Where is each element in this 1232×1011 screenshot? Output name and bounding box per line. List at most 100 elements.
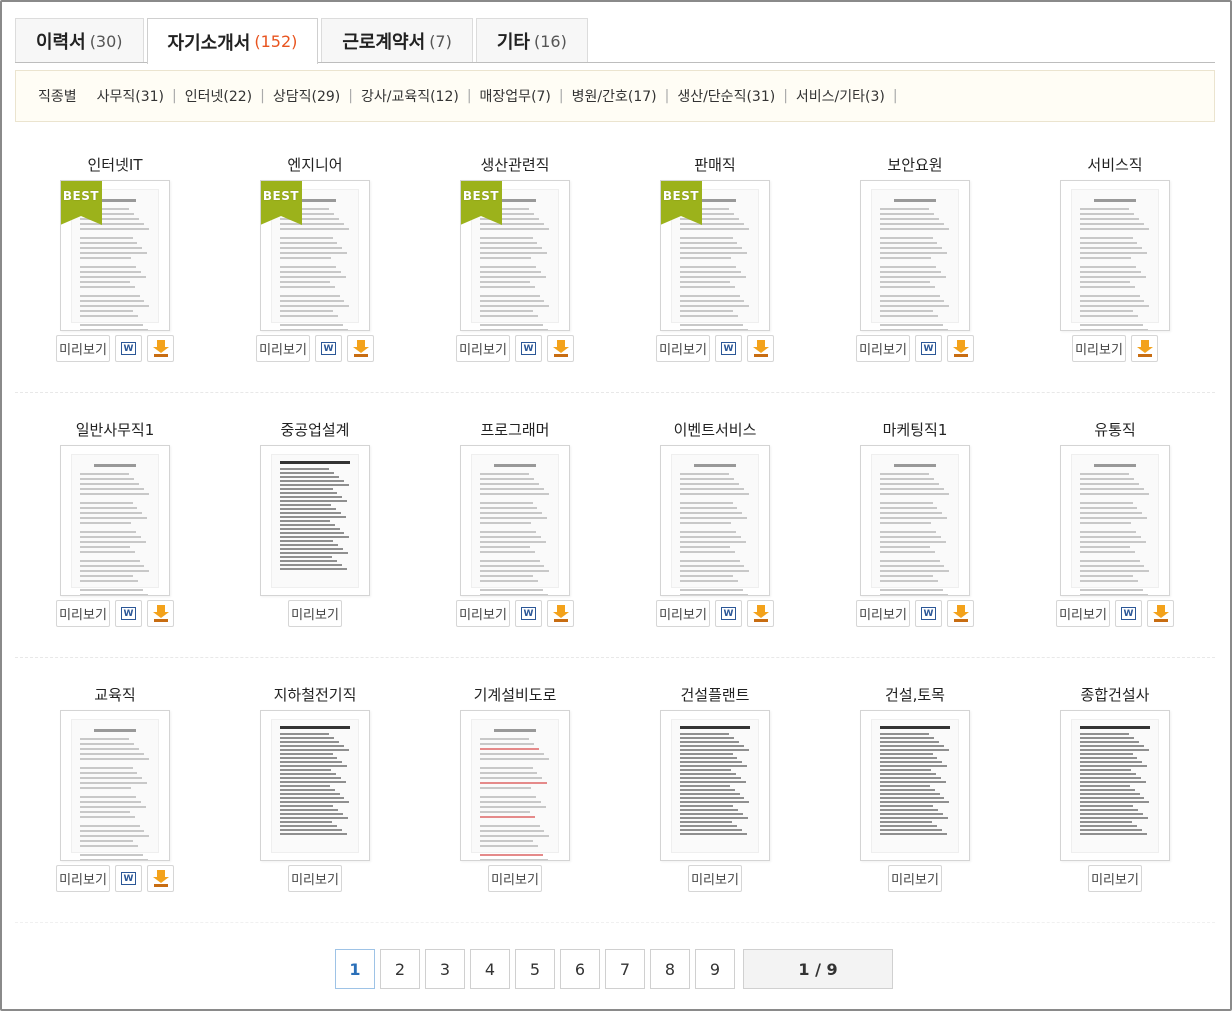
template-thumbnail[interactable]: [260, 445, 370, 596]
download-button[interactable]: [147, 335, 174, 362]
template-thumbnail[interactable]: BEST: [460, 180, 570, 331]
template-title[interactable]: 프로그래머: [415, 419, 615, 440]
filter-item[interactable]: 사무직(31): [97, 86, 164, 106]
template-title[interactable]: 이벤트서비스: [615, 419, 815, 440]
page-button-8[interactable]: 8: [650, 949, 690, 989]
template-title[interactable]: 생산관련직: [415, 154, 615, 175]
download-button[interactable]: [347, 335, 374, 362]
page-button-6[interactable]: 6: [560, 949, 600, 989]
download-button[interactable]: [547, 600, 574, 627]
download-button[interactable]: [147, 865, 174, 892]
download-button[interactable]: [747, 600, 774, 627]
preview-button[interactable]: 미리보기: [456, 335, 510, 362]
template-thumbnail[interactable]: [460, 445, 570, 596]
word-download-button[interactable]: W: [115, 865, 142, 892]
filter-item[interactable]: 강사/교육직(12): [361, 86, 459, 106]
filter-item[interactable]: 병원/간호(17): [572, 86, 657, 106]
page-button-5[interactable]: 5: [515, 949, 555, 989]
template-title[interactable]: 판매직: [615, 154, 815, 175]
preview-button[interactable]: 미리보기: [456, 600, 510, 627]
word-download-button[interactable]: W: [515, 335, 542, 362]
template-title[interactable]: 교육직: [15, 684, 215, 705]
template-title[interactable]: 엔지니어: [215, 154, 415, 175]
template-thumbnail[interactable]: [860, 180, 970, 331]
preview-button[interactable]: 미리보기: [888, 865, 942, 892]
template-title[interactable]: 기계설비도로: [415, 684, 615, 705]
tab-3[interactable]: 기타 (16): [475, 18, 588, 63]
template-thumbnail[interactable]: [1060, 445, 1170, 596]
word-download-button[interactable]: W: [515, 600, 542, 627]
page-button-1[interactable]: 1: [335, 949, 375, 989]
template-title[interactable]: 보안요원: [815, 154, 1015, 175]
preview-button[interactable]: 미리보기: [1056, 600, 1110, 627]
download-button[interactable]: [947, 335, 974, 362]
download-button[interactable]: [947, 600, 974, 627]
page-button-9[interactable]: 9: [695, 949, 735, 989]
word-download-button[interactable]: W: [915, 600, 942, 627]
preview-button[interactable]: 미리보기: [56, 600, 110, 627]
preview-button[interactable]: 미리보기: [856, 335, 910, 362]
preview-button[interactable]: 미리보기: [688, 865, 742, 892]
page-button-7[interactable]: 7: [605, 949, 645, 989]
template-thumbnail[interactable]: [1060, 180, 1170, 331]
preview-button[interactable]: 미리보기: [288, 600, 342, 627]
template-thumbnail[interactable]: [60, 710, 170, 861]
template-title[interactable]: 건설,토목: [815, 684, 1015, 705]
preview-button[interactable]: 미리보기: [56, 335, 110, 362]
template-row: 교육직 미리보기 W 지하철전기직 미리보기 기계설비도로 미리보기 건설플랜트 미리보기 건설,…: [15, 658, 1215, 923]
filter-item[interactable]: 상담직(29): [273, 86, 340, 106]
word-download-button[interactable]: W: [1115, 600, 1142, 627]
download-button[interactable]: [1131, 335, 1158, 362]
template-title[interactable]: 중공업설계: [215, 419, 415, 440]
preview-button[interactable]: 미리보기: [256, 335, 310, 362]
tab-0[interactable]: 이력서 (30): [15, 18, 144, 63]
filter-item[interactable]: 매장업무(7): [480, 86, 551, 106]
template-title[interactable]: 유통직: [1015, 419, 1215, 440]
template-thumbnail[interactable]: [1060, 710, 1170, 861]
template-thumbnail[interactable]: [660, 710, 770, 861]
word-download-button[interactable]: W: [915, 335, 942, 362]
preview-button[interactable]: 미리보기: [856, 600, 910, 627]
word-download-button[interactable]: W: [115, 600, 142, 627]
template-thumbnail[interactable]: [260, 710, 370, 861]
template-title[interactable]: 인터넷IT: [15, 154, 215, 175]
download-button[interactable]: [147, 600, 174, 627]
template-thumbnail[interactable]: BEST: [660, 180, 770, 331]
word-download-button[interactable]: W: [715, 600, 742, 627]
preview-button[interactable]: 미리보기: [1072, 335, 1126, 362]
download-button[interactable]: [747, 335, 774, 362]
template-thumbnail[interactable]: [460, 710, 570, 861]
page-button-3[interactable]: 3: [425, 949, 465, 989]
template-title[interactable]: 서비스직: [1015, 154, 1215, 175]
template-title[interactable]: 지하철전기직: [215, 684, 415, 705]
preview-button[interactable]: 미리보기: [488, 865, 542, 892]
template-title[interactable]: 마케팅직1: [815, 419, 1015, 440]
page-button-2[interactable]: 2: [380, 949, 420, 989]
template-thumbnail[interactable]: BEST: [260, 180, 370, 331]
template-thumbnail[interactable]: [860, 445, 970, 596]
download-button[interactable]: [1147, 600, 1174, 627]
template-thumbnail[interactable]: BEST: [60, 180, 170, 331]
template-thumbnail[interactable]: [860, 710, 970, 861]
word-download-button[interactable]: W: [115, 335, 142, 362]
preview-button[interactable]: 미리보기: [56, 865, 110, 892]
filter-item[interactable]: 생산/단순직(31): [677, 86, 775, 106]
page-button-4[interactable]: 4: [470, 949, 510, 989]
template-thumbnail[interactable]: [60, 445, 170, 596]
word-download-button[interactable]: W: [715, 335, 742, 362]
tab-1[interactable]: 자기소개서 (152): [146, 18, 319, 64]
preview-button[interactable]: 미리보기: [656, 600, 710, 627]
filter-item[interactable]: 서비스/기타(3): [796, 86, 885, 106]
template-thumbnail[interactable]: [660, 445, 770, 596]
download-button[interactable]: [547, 335, 574, 362]
filter-item[interactable]: 인터넷(22): [185, 86, 252, 106]
preview-button[interactable]: 미리보기: [1088, 865, 1142, 892]
tab-2[interactable]: 근로계약서 (7): [321, 18, 473, 63]
template-title[interactable]: 종합건설사: [1015, 684, 1215, 705]
template-title[interactable]: 건설플랜트: [615, 684, 815, 705]
preview-button[interactable]: 미리보기: [288, 865, 342, 892]
preview-button[interactable]: 미리보기: [656, 335, 710, 362]
doc-line: [480, 271, 541, 273]
template-title[interactable]: 일반사무직1: [15, 419, 215, 440]
word-download-button[interactable]: W: [315, 335, 342, 362]
